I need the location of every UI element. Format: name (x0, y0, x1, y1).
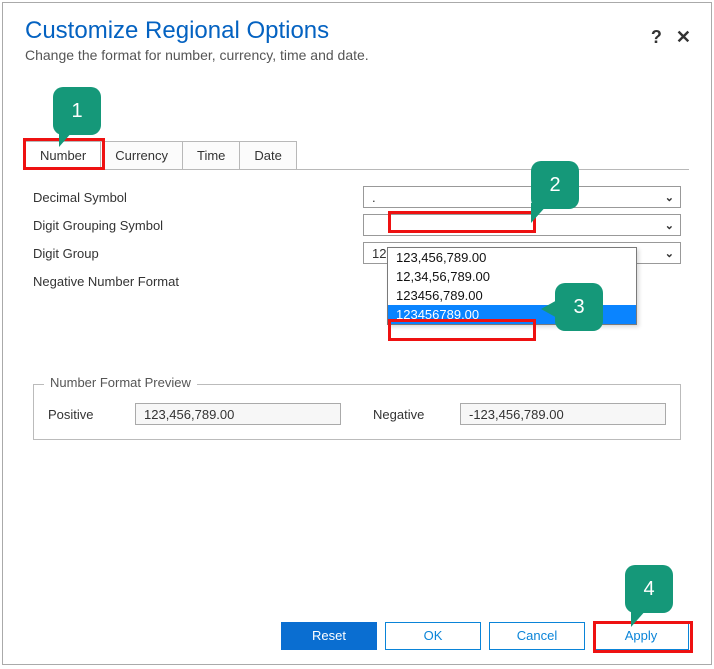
chevron-down-icon: ⌄ (665, 247, 674, 260)
annotation-callout-2: 2 (531, 161, 579, 209)
annotation-callout-4: 4 (625, 565, 673, 613)
digit-group-label: Digit Group (33, 246, 363, 261)
close-icon[interactable]: ✕ (676, 27, 691, 48)
annotation-callout-1: 1 (53, 87, 101, 135)
preview-negative-label: Negative (373, 407, 448, 422)
cancel-button[interactable]: Cancel (489, 622, 585, 650)
help-icon[interactable]: ? (651, 27, 662, 48)
dialog-title: Customize Regional Options (25, 17, 689, 45)
preview-legend: Number Format Preview (44, 375, 197, 390)
decimal-symbol-value: . (372, 190, 376, 205)
regional-options-dialog: Customize Regional Options Change the fo… (2, 2, 712, 665)
chevron-down-icon: ⌄ (665, 219, 674, 232)
digit-group-option[interactable]: 123,456,789.00 (388, 248, 636, 267)
digit-group-option[interactable]: 12,34,56,789.00 (388, 267, 636, 286)
tab-date[interactable]: Date (239, 141, 296, 169)
reset-button[interactable]: Reset (281, 622, 377, 650)
number-format-preview: Number Format Preview Positive 123,456,7… (33, 384, 681, 440)
tab-currency[interactable]: Currency (100, 141, 183, 169)
decimal-symbol-label: Decimal Symbol (33, 190, 363, 205)
tab-time[interactable]: Time (182, 141, 240, 169)
digit-grouping-symbol-label: Digit Grouping Symbol (33, 218, 363, 233)
dialog-subtitle: Change the format for number, currency, … (25, 47, 689, 63)
chevron-down-icon: ⌄ (665, 191, 674, 204)
preview-negative-value: -123,456,789.00 (460, 403, 666, 425)
dialog-header: Customize Regional Options Change the fo… (3, 3, 711, 69)
decimal-symbol-combo[interactable]: . ⌄ (363, 186, 681, 208)
preview-positive-label: Positive (48, 407, 123, 422)
negative-number-format-label: Negative Number Format (33, 274, 363, 289)
dialog-footer: Reset OK Cancel Apply (281, 622, 689, 650)
digit-grouping-symbol-combo[interactable]: ⌄ (363, 214, 681, 236)
preview-positive-value: 123,456,789.00 (135, 403, 341, 425)
annotation-callout-3: 3 (555, 283, 603, 331)
ok-button[interactable]: OK (385, 622, 481, 650)
tabs: Number Currency Time Date (25, 141, 689, 170)
